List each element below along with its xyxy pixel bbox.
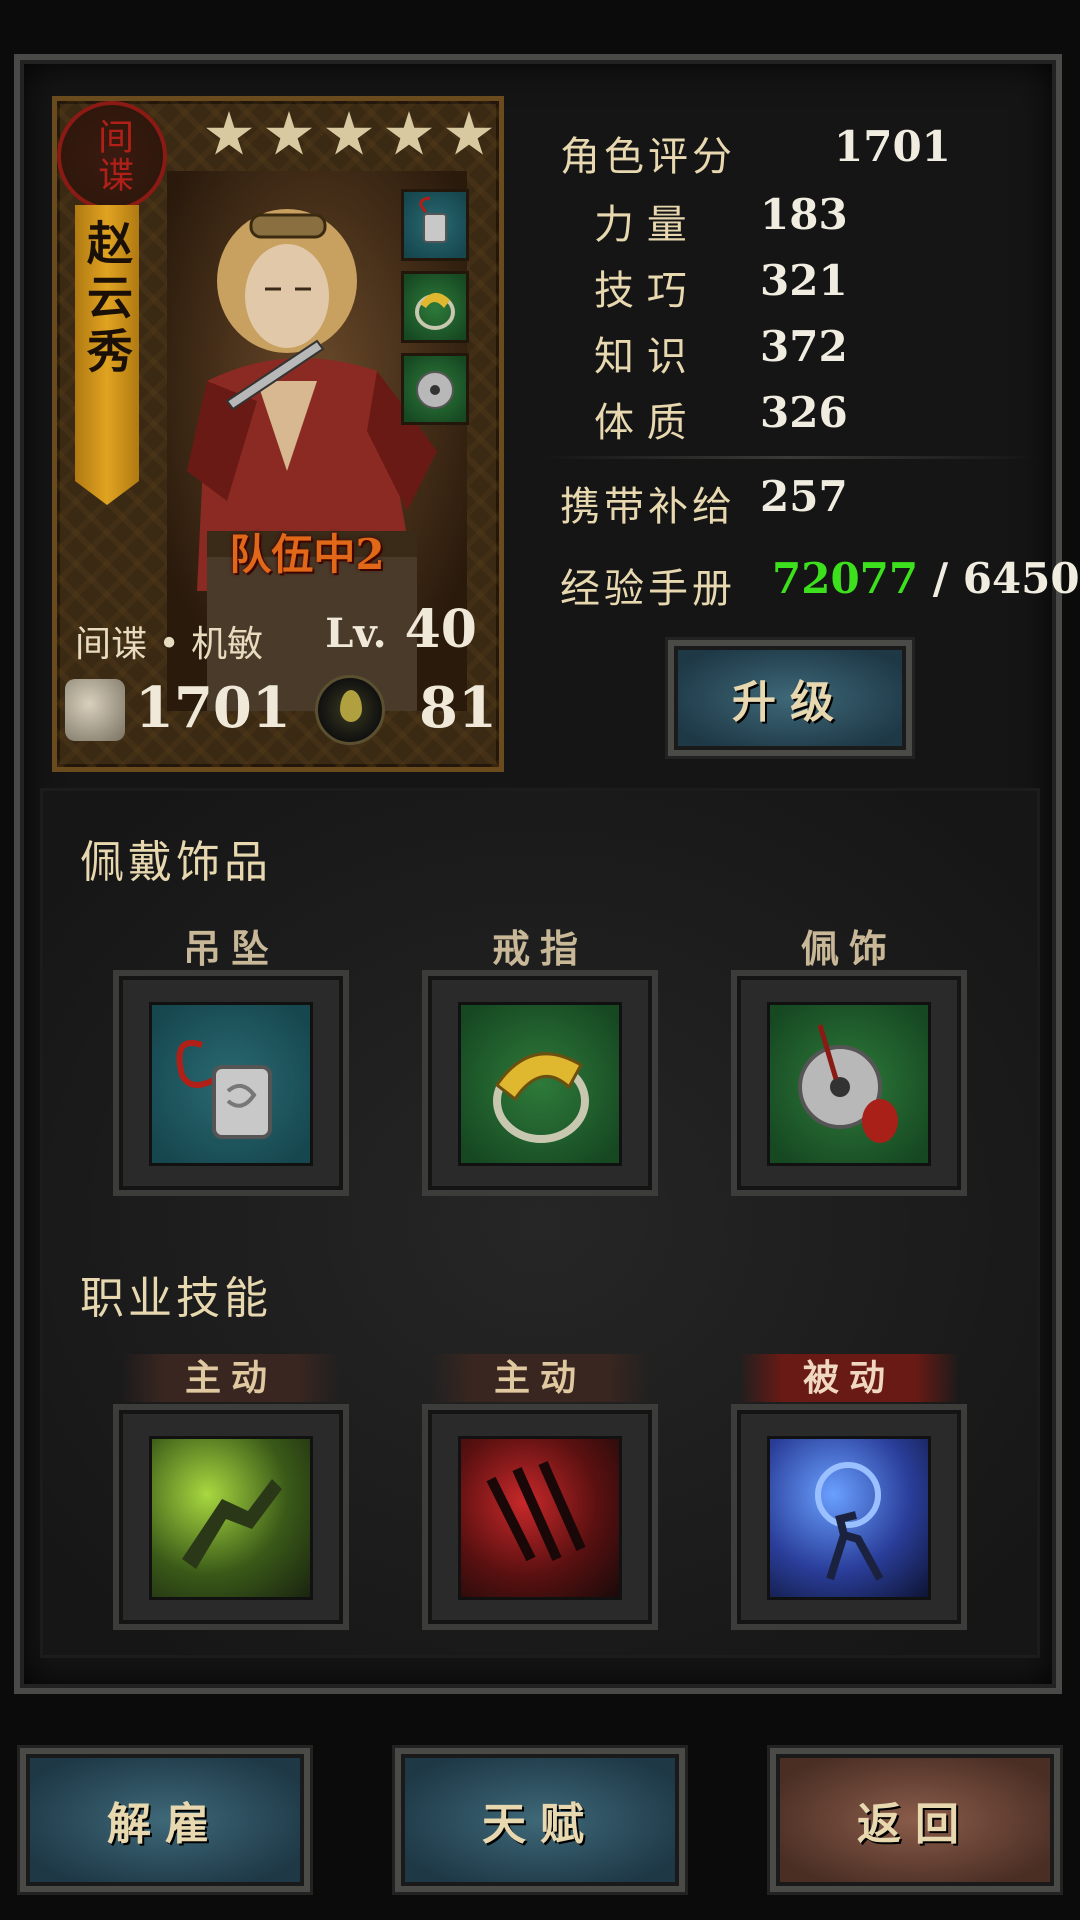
ring-icon <box>401 271 469 343</box>
skill-type-1: 主动 <box>121 1354 341 1402</box>
accessory-slot-pendant[interactable] <box>113 970 349 1196</box>
slot-label-ring: 戒指 <box>491 926 588 971</box>
accessory-slot-ring[interactable] <box>422 970 658 1196</box>
star-icon <box>205 111 253 155</box>
skill-label: 技 巧 <box>594 268 687 314</box>
ring-icon <box>458 1002 622 1166</box>
green-strike-skill-icon <box>149 1436 313 1600</box>
stats-divider <box>540 456 1040 459</box>
talent-button[interactable]: 天赋 <box>395 1748 685 1892</box>
strength-label: 力 量 <box>594 202 687 248</box>
exp-value: 72077 / 6450 <box>772 554 1080 603</box>
skill-type-2: 主动 <box>430 1354 650 1402</box>
character-name: 赵云秀 <box>80 219 134 381</box>
pendant-icon <box>401 189 469 261</box>
skill-value: 321 <box>760 256 848 305</box>
supply-value: 257 <box>760 472 848 521</box>
constitution-label: 体 质 <box>594 400 687 446</box>
exp-required: 6450 <box>962 554 1080 603</box>
constitution-value: 326 <box>760 388 848 437</box>
squad-tag: 队伍中2 <box>229 530 385 579</box>
star-icon <box>445 111 493 155</box>
knowledge-label: 知 识 <box>594 334 687 380</box>
strength-value: 183 <box>760 190 848 239</box>
exp-current: 72077 <box>772 554 919 603</box>
name-banner: 赵云秀 <box>75 205 139 505</box>
supply-label: 携带补给 <box>560 484 736 530</box>
star-icon <box>385 111 433 155</box>
blue-spirit-skill-icon <box>767 1436 931 1600</box>
class-line: 间谍 • 机敏 <box>75 624 264 665</box>
class-seal: 间谍 <box>57 101 167 211</box>
knowledge-value: 372 <box>760 322 848 371</box>
back-button[interactable]: 返回 <box>770 1748 1060 1892</box>
ornament-icon <box>767 1002 931 1166</box>
level-display: Lv. 40 <box>325 599 477 660</box>
skills-title: 职业技能 <box>80 1273 272 1324</box>
dismiss-button[interactable]: 解雇 <box>20 1748 310 1892</box>
exp-label: 经验手册 <box>560 566 736 612</box>
skill-slot-1[interactable] <box>113 1404 349 1630</box>
star-icon <box>325 111 373 155</box>
character-card[interactable]: 间谍 赵云秀 队伍中2 间谍 • 机敏 Lv. 40 1701 81 <box>52 96 504 772</box>
star-rating <box>205 111 493 159</box>
ornament-icon <box>401 353 469 425</box>
slot-label-pendant: 吊坠 <box>182 926 279 971</box>
skill-slot-2[interactable] <box>422 1404 658 1630</box>
level-prefix: Lv. <box>325 610 387 657</box>
accessory-slot-ornament[interactable] <box>731 970 967 1196</box>
level-value: 40 <box>404 599 477 660</box>
upgrade-button[interactable]: 升级 <box>668 640 912 756</box>
rating-value: 1701 <box>834 122 951 171</box>
exp-separator: / <box>918 554 963 603</box>
star-icon <box>265 111 313 155</box>
skill-slot-3[interactable] <box>731 1404 967 1630</box>
drop-icon <box>315 675 385 745</box>
slot-label-ornament: 佩饰 <box>800 926 897 971</box>
fist-icon <box>65 679 125 741</box>
red-claw-skill-icon <box>458 1436 622 1600</box>
stamina-value: 81 <box>419 675 497 741</box>
accessories-title: 佩戴饰品 <box>80 837 272 888</box>
rating-label: 角色评分 <box>560 134 736 180</box>
skill-type-3: 被动 <box>739 1354 959 1402</box>
pendant-icon <box>149 1002 313 1166</box>
power-value: 1701 <box>135 675 291 741</box>
